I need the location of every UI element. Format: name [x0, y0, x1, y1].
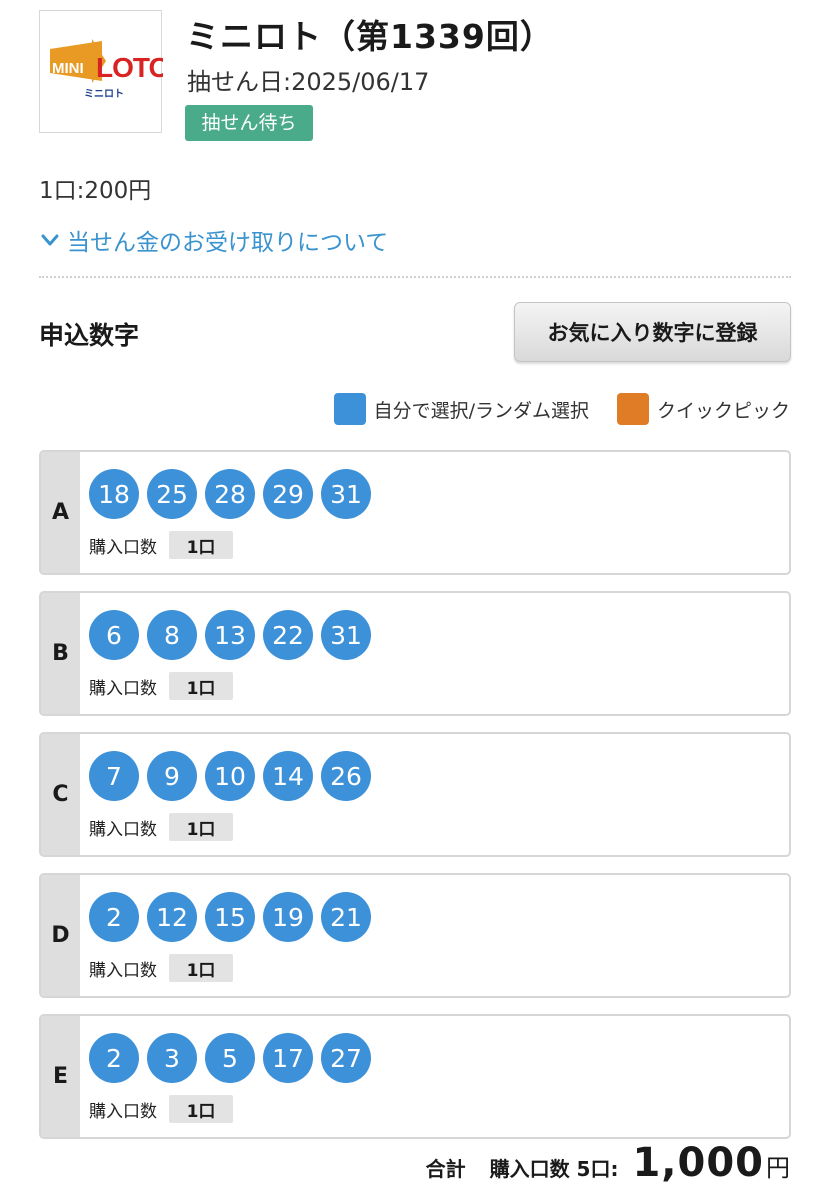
ticket-letter: C — [41, 734, 80, 855]
number-balls: 2 3 5 17 27 — [89, 1033, 371, 1083]
payout-info-link-label: 当せん金のお受け取りについて — [67, 230, 389, 256]
ticket-letter: A — [41, 452, 80, 573]
number-ball: 25 — [147, 469, 197, 519]
number-ball: 27 — [321, 1033, 371, 1083]
ticket-row-d: D 2 12 15 19 21 購入口数 1口 — [39, 873, 791, 998]
legend-label-quick-pick: クイックピック — [656, 399, 790, 422]
number-ball: 10 — [205, 751, 255, 801]
quantity-value: 1口 — [169, 531, 233, 559]
number-balls: 2 12 15 19 21 — [89, 892, 371, 942]
quantity-row: 購入口数 1口 — [89, 1095, 233, 1123]
quantity-label: 購入口数 — [89, 960, 157, 981]
number-ball: 19 — [263, 892, 313, 942]
quantity-value: 1口 — [169, 1095, 233, 1123]
number-ball: 6 — [89, 610, 139, 660]
draw-date: 抽せん日:2025/06/17 — [187, 68, 430, 96]
number-ball: 18 — [89, 469, 139, 519]
quantity-row: 購入口数 1口 — [89, 531, 233, 559]
legend: 自分で選択/ランダム選択 クイックピック — [333, 393, 790, 425]
legend-item-self-select: 自分で選択/ランダム選択 — [333, 393, 589, 425]
miniloto-logo: MINI LOTO ミニロト — [39, 10, 163, 133]
total-count: 購入口数 5口: — [489, 1157, 619, 1181]
payout-info-link[interactable]: 当せん金のお受け取りについて — [39, 224, 388, 256]
total-summary: 合計 購入口数 5口: 1,000 円 — [426, 1140, 790, 1196]
number-ball: 2 — [89, 1033, 139, 1083]
legend-label-self-select: 自分で選択/ランダム選択 — [373, 399, 589, 422]
ticket-row-c: C 7 9 10 14 26 購入口数 1口 — [39, 732, 791, 857]
number-balls: 6 8 13 22 31 — [89, 610, 371, 660]
ticket-letter: B — [41, 593, 80, 714]
quantity-value: 1口 — [169, 813, 233, 841]
ticket-row-a: A 18 25 28 29 31 購入口数 1口 — [39, 450, 791, 575]
number-balls: 18 25 28 29 31 — [89, 469, 371, 519]
ticket-list: A 18 25 28 29 31 購入口数 1口 B 6 8 13 22 31 — [39, 450, 791, 1155]
quantity-label: 購入口数 — [89, 1101, 157, 1122]
self-select-swatch — [333, 393, 366, 425]
logo-loto-text: LOTO — [96, 52, 163, 83]
quantity-label: 購入口数 — [89, 819, 157, 840]
number-ball: 13 — [205, 610, 255, 660]
quantity-label: 購入口数 — [89, 678, 157, 699]
number-ball: 31 — [321, 469, 371, 519]
number-ball: 2 — [89, 892, 139, 942]
number-ball: 29 — [263, 469, 313, 519]
number-ball: 17 — [263, 1033, 313, 1083]
legend-item-quick-pick: クイックピック — [616, 393, 790, 425]
number-ball: 8 — [147, 610, 197, 660]
number-ball: 3 — [147, 1033, 197, 1083]
quantity-value: 1口 — [169, 954, 233, 982]
ticket-letter: E — [41, 1016, 80, 1137]
chevron-down-icon — [41, 234, 59, 246]
section-title: 申込数字 — [39, 321, 140, 350]
number-ball: 26 — [321, 751, 371, 801]
number-ball: 5 — [205, 1033, 255, 1083]
status-badge: 抽せん待ち — [185, 105, 313, 141]
number-ball: 22 — [263, 610, 313, 660]
total-unit: 円 — [766, 1154, 790, 1182]
number-ball: 14 — [263, 751, 313, 801]
divider — [39, 276, 791, 278]
number-ball: 7 — [89, 751, 139, 801]
number-ball: 21 — [321, 892, 371, 942]
lottery-ticket-page: MINI LOTO ミニロト ミニロト（第1339回） 抽せん日:2025/06… — [0, 0, 830, 1200]
quantity-row: 購入口数 1口 — [89, 954, 233, 982]
ticket-letter: D — [41, 875, 80, 996]
number-ball: 9 — [147, 751, 197, 801]
quantity-row: 購入口数 1口 — [89, 672, 233, 700]
logo-image: MINI LOTO ミニロト — [50, 39, 163, 100]
quantity-value: 1口 — [169, 672, 233, 700]
total-amount: 1,000 — [632, 1140, 764, 1186]
quantity-label: 購入口数 — [89, 537, 157, 558]
register-favorite-button[interactable]: お気に入り数字に登録 — [514, 302, 791, 362]
number-balls: 7 9 10 14 26 — [89, 751, 371, 801]
quick-pick-swatch — [616, 393, 649, 425]
number-ball: 28 — [205, 469, 255, 519]
logo-subtext: ミニロト — [84, 88, 124, 100]
quantity-row: 購入口数 1口 — [89, 813, 233, 841]
number-ball: 31 — [321, 610, 371, 660]
number-ball: 12 — [147, 892, 197, 942]
ticket-row-b: B 6 8 13 22 31 購入口数 1口 — [39, 591, 791, 716]
total-label: 合計 — [425, 1157, 466, 1181]
ticket-row-e: E 2 3 5 17 27 購入口数 1口 — [39, 1014, 791, 1139]
page-title: ミニロト（第1339回） — [186, 17, 554, 56]
unit-price: 1口:200円 — [39, 178, 152, 204]
logo-mini-text: MINI — [52, 60, 84, 77]
number-ball: 15 — [205, 892, 255, 942]
